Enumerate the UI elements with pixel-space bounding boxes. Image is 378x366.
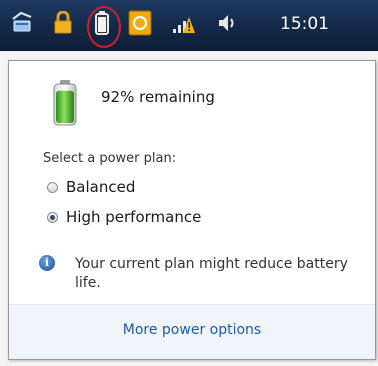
- balanced-label[interactable]: Balanced: [66, 178, 135, 196]
- plan-option-balanced[interactable]: Balanced: [47, 176, 135, 198]
- highlight-ring: [87, 6, 121, 48]
- battery-charge-fill: [56, 90, 74, 123]
- power-flyout: 92% remaining Select a power plan: Balan…: [8, 60, 376, 360]
- volume-icon[interactable]: [214, 10, 240, 36]
- high-performance-label[interactable]: High performance: [66, 208, 201, 226]
- flyout-footer: More power options: [9, 304, 375, 359]
- plan-option-high-performance[interactable]: High performance: [47, 206, 201, 228]
- signal-icon[interactable]: [171, 10, 197, 36]
- notification-icon[interactable]: [127, 10, 153, 36]
- battery-remaining-text: 92% remaining: [101, 88, 215, 106]
- high-performance-radio[interactable]: [47, 211, 58, 223]
- balanced-radio[interactable]: [47, 181, 58, 193]
- battery-large-icon: [51, 79, 79, 131]
- plan-warning-text: Your current plan might reduce battery l…: [75, 256, 348, 291]
- more-power-options-link[interactable]: More power options: [9, 322, 375, 338]
- power-plan-label: Select a power plan:: [43, 151, 177, 166]
- clock[interactable]: 15:01: [280, 14, 329, 34]
- lock-icon[interactable]: [50, 10, 76, 36]
- info-icon: i: [39, 255, 55, 271]
- network-icon[interactable]: [10, 10, 36, 36]
- taskbar: 15:01: [0, 0, 378, 51]
